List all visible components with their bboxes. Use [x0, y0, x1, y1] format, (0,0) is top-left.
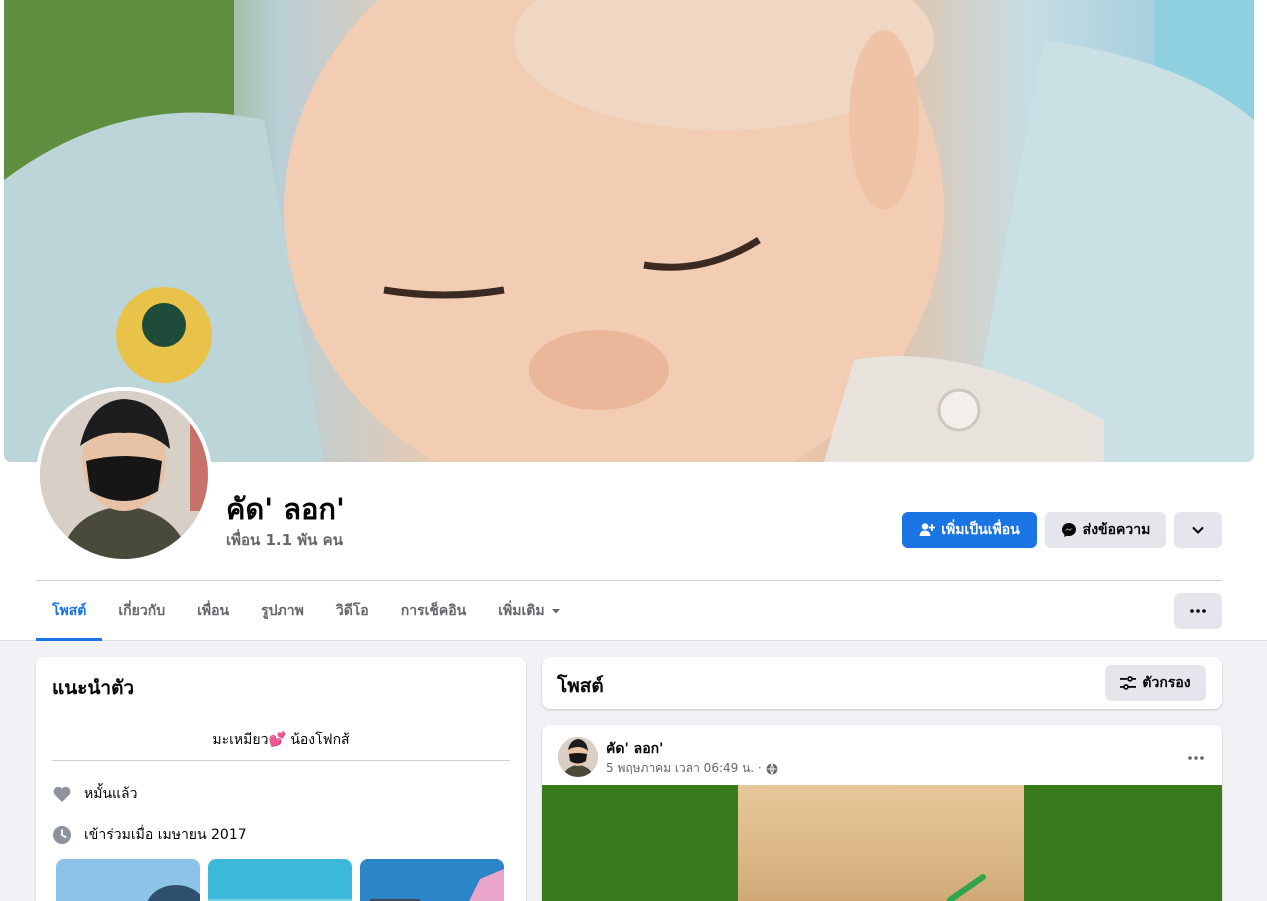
tab-more[interactable]: เพิ่มเติม — [482, 581, 576, 641]
tab-more-label: เพิ่มเติม — [498, 603, 545, 619]
filter-label: ตัวกรอง — [1142, 675, 1191, 691]
featured-photo-illustration — [360, 859, 504, 901]
caret-down-icon — [551, 609, 560, 614]
avatar-illustration — [40, 391, 208, 559]
clock-icon — [53, 826, 71, 844]
intro-bio-prefix: มะเหมียว — [212, 732, 269, 748]
more-dots-icon — [1190, 609, 1206, 613]
profile-more-button[interactable] — [1174, 512, 1222, 548]
tab-photos[interactable]: รูปภาพ — [245, 581, 320, 641]
profile-picture-frame[interactable] — [36, 387, 212, 563]
post-image-content — [738, 785, 1024, 901]
intro-relationship: หมั้นแล้ว — [52, 783, 138, 805]
more-dots-icon — [1188, 756, 1204, 760]
tab-videos-label: วิดีโอ — [335, 603, 369, 619]
tab-friends-label: เพื่อน — [197, 603, 230, 619]
intro-bio: มะเหมียว💕 น้องโฟกส้ — [52, 729, 510, 751]
filter-icon — [1120, 676, 1137, 690]
add-friend-label: เพิ่มเป็นเพื่อน — [941, 522, 1020, 538]
chevron-down-icon — [1192, 527, 1204, 534]
tab-friends[interactable]: เพื่อน — [181, 581, 245, 641]
intro-separator — [52, 760, 510, 761]
profile-picture[interactable] — [40, 391, 208, 559]
cover-photo[interactable] — [4, 0, 1254, 462]
joined-date: เข้าร่วมเมื่อ เมษายน 2017 — [84, 827, 247, 843]
post-author-avatar-illustration — [558, 737, 598, 777]
cover-photo-illustration — [4, 0, 1254, 462]
send-message-label: ส่งข้อความ — [1082, 522, 1151, 538]
posts-header-card: โพสต์ ตัวกรอง — [542, 657, 1222, 709]
tab-posts[interactable]: โพสต์ — [36, 581, 103, 641]
posts-title: โพสต์ — [557, 675, 604, 697]
globe-icon — [766, 763, 778, 774]
post-meta: 5 พฤษภาคม เวลา 06:49 น. · — [606, 759, 778, 778]
post-timestamp[interactable]: 5 พฤษภาคม เวลา 06:49 น. · — [606, 759, 762, 778]
friend-count[interactable]: เพื่อน 1.1 พัน คน — [226, 528, 343, 552]
relationship-status: หมั้นแล้ว — [84, 786, 138, 802]
add-friend-button[interactable]: เพิ่มเป็นเพื่อน — [902, 512, 1037, 548]
featured-photo[interactable] — [360, 859, 504, 901]
post-author-name[interactable]: คัด' ลอก' — [606, 738, 663, 760]
tab-about[interactable]: เกี่ยวกับ — [102, 581, 181, 641]
intro-card: แนะนำตัว มะเหมียว💕 น้องโฟกส้ หมั้นแล้ว เ… — [36, 657, 526, 901]
tab-posts-label: โพสต์ — [52, 603, 87, 619]
tab-videos[interactable]: วิดีโอ — [320, 581, 385, 641]
tab-checkins-label: การเช็คอิน — [400, 603, 467, 619]
messenger-icon — [1061, 523, 1076, 537]
featured-photos — [56, 859, 504, 901]
profile-tabs: โพสต์ เกี่ยวกับ เพื่อน รูปภาพ วิดีโอ การ… — [36, 581, 577, 641]
featured-photo[interactable] — [208, 859, 352, 901]
intro-bio-emoji: 💕 — [268, 732, 286, 748]
post-options-button[interactable] — [1188, 745, 1204, 764]
filter-button[interactable]: ตัวกรอง — [1105, 665, 1206, 701]
featured-photo[interactable] — [56, 859, 200, 901]
intro-joined: เข้าร่วมเมื่อ เมษายน 2017 — [52, 824, 247, 846]
add-friend-icon — [919, 523, 936, 536]
tab-about-label: เกี่ยวกับ — [118, 603, 166, 619]
tab-photos-label: รูปภาพ — [261, 603, 304, 619]
post-image[interactable] — [542, 785, 1222, 901]
intro-title: แนะนำตัว — [52, 677, 135, 699]
featured-photo-illustration — [56, 859, 200, 901]
send-message-button[interactable]: ส่งข้อความ — [1045, 512, 1166, 548]
post-card: คัด' ลอก' 5 พฤษภาคม เวลา 06:49 น. · — [542, 725, 1222, 901]
intro-bio-suffix: น้องโฟกส้ — [290, 732, 350, 748]
tab-checkins[interactable]: การเช็คอิน — [385, 581, 483, 641]
featured-photo-illustration — [208, 859, 352, 901]
heart-icon — [53, 786, 71, 802]
post-author-avatar[interactable] — [558, 737, 598, 777]
tabs-more-options-button[interactable] — [1174, 593, 1222, 629]
profile-name: คัด' ลอก' — [226, 492, 345, 526]
post-image-illustration — [947, 874, 986, 901]
